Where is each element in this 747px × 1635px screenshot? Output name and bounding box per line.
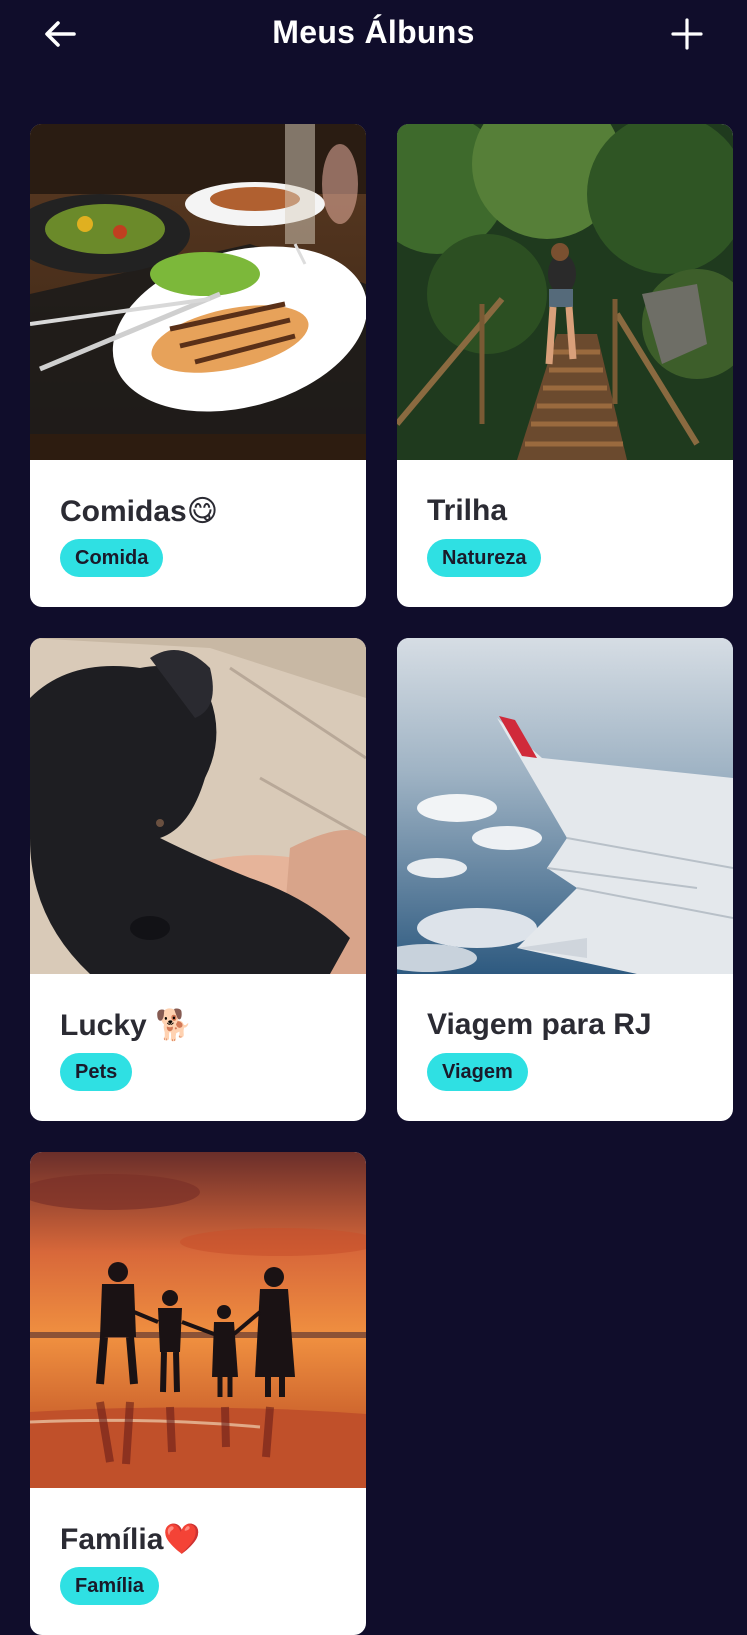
album-card-familia[interactable]: Família❤️ Família [30, 1152, 366, 1635]
album-title: Família❤️ [60, 1523, 201, 1556]
app-header: Meus Álbuns [0, 0, 747, 70]
album-title: Trilha [427, 494, 508, 527]
album-title: Viagem para RJ [427, 1008, 652, 1041]
add-album-button[interactable] [665, 12, 709, 56]
forest-trail-photo [397, 124, 733, 460]
airplane-wing-photo [397, 638, 733, 974]
album-card-comidas[interactable]: Comidas😋 Comida [30, 124, 366, 607]
food-plate-photo [30, 124, 366, 460]
album-tag: Viagem [427, 1053, 528, 1091]
album-tag: Comida [60, 539, 164, 577]
album-title: Lucky 🐕 [60, 1009, 193, 1042]
album-card-lucky[interactable]: Lucky 🐕 Pets [30, 638, 366, 1121]
black-dog-photo [30, 638, 366, 974]
album-card-trilha[interactable]: Trilha Natureza [397, 124, 733, 607]
album-tag: Família [60, 1567, 159, 1605]
album-tag: Pets [60, 1053, 133, 1091]
family-sunset-photo [30, 1152, 366, 1488]
page-title: Meus Álbuns [272, 14, 475, 50]
album-tag: Natureza [427, 539, 542, 577]
album-card-viagem-rj[interactable]: Viagem para RJ Viagem [397, 638, 733, 1121]
plus-icon [671, 18, 703, 50]
album-title: Comidas😋 [60, 495, 218, 528]
